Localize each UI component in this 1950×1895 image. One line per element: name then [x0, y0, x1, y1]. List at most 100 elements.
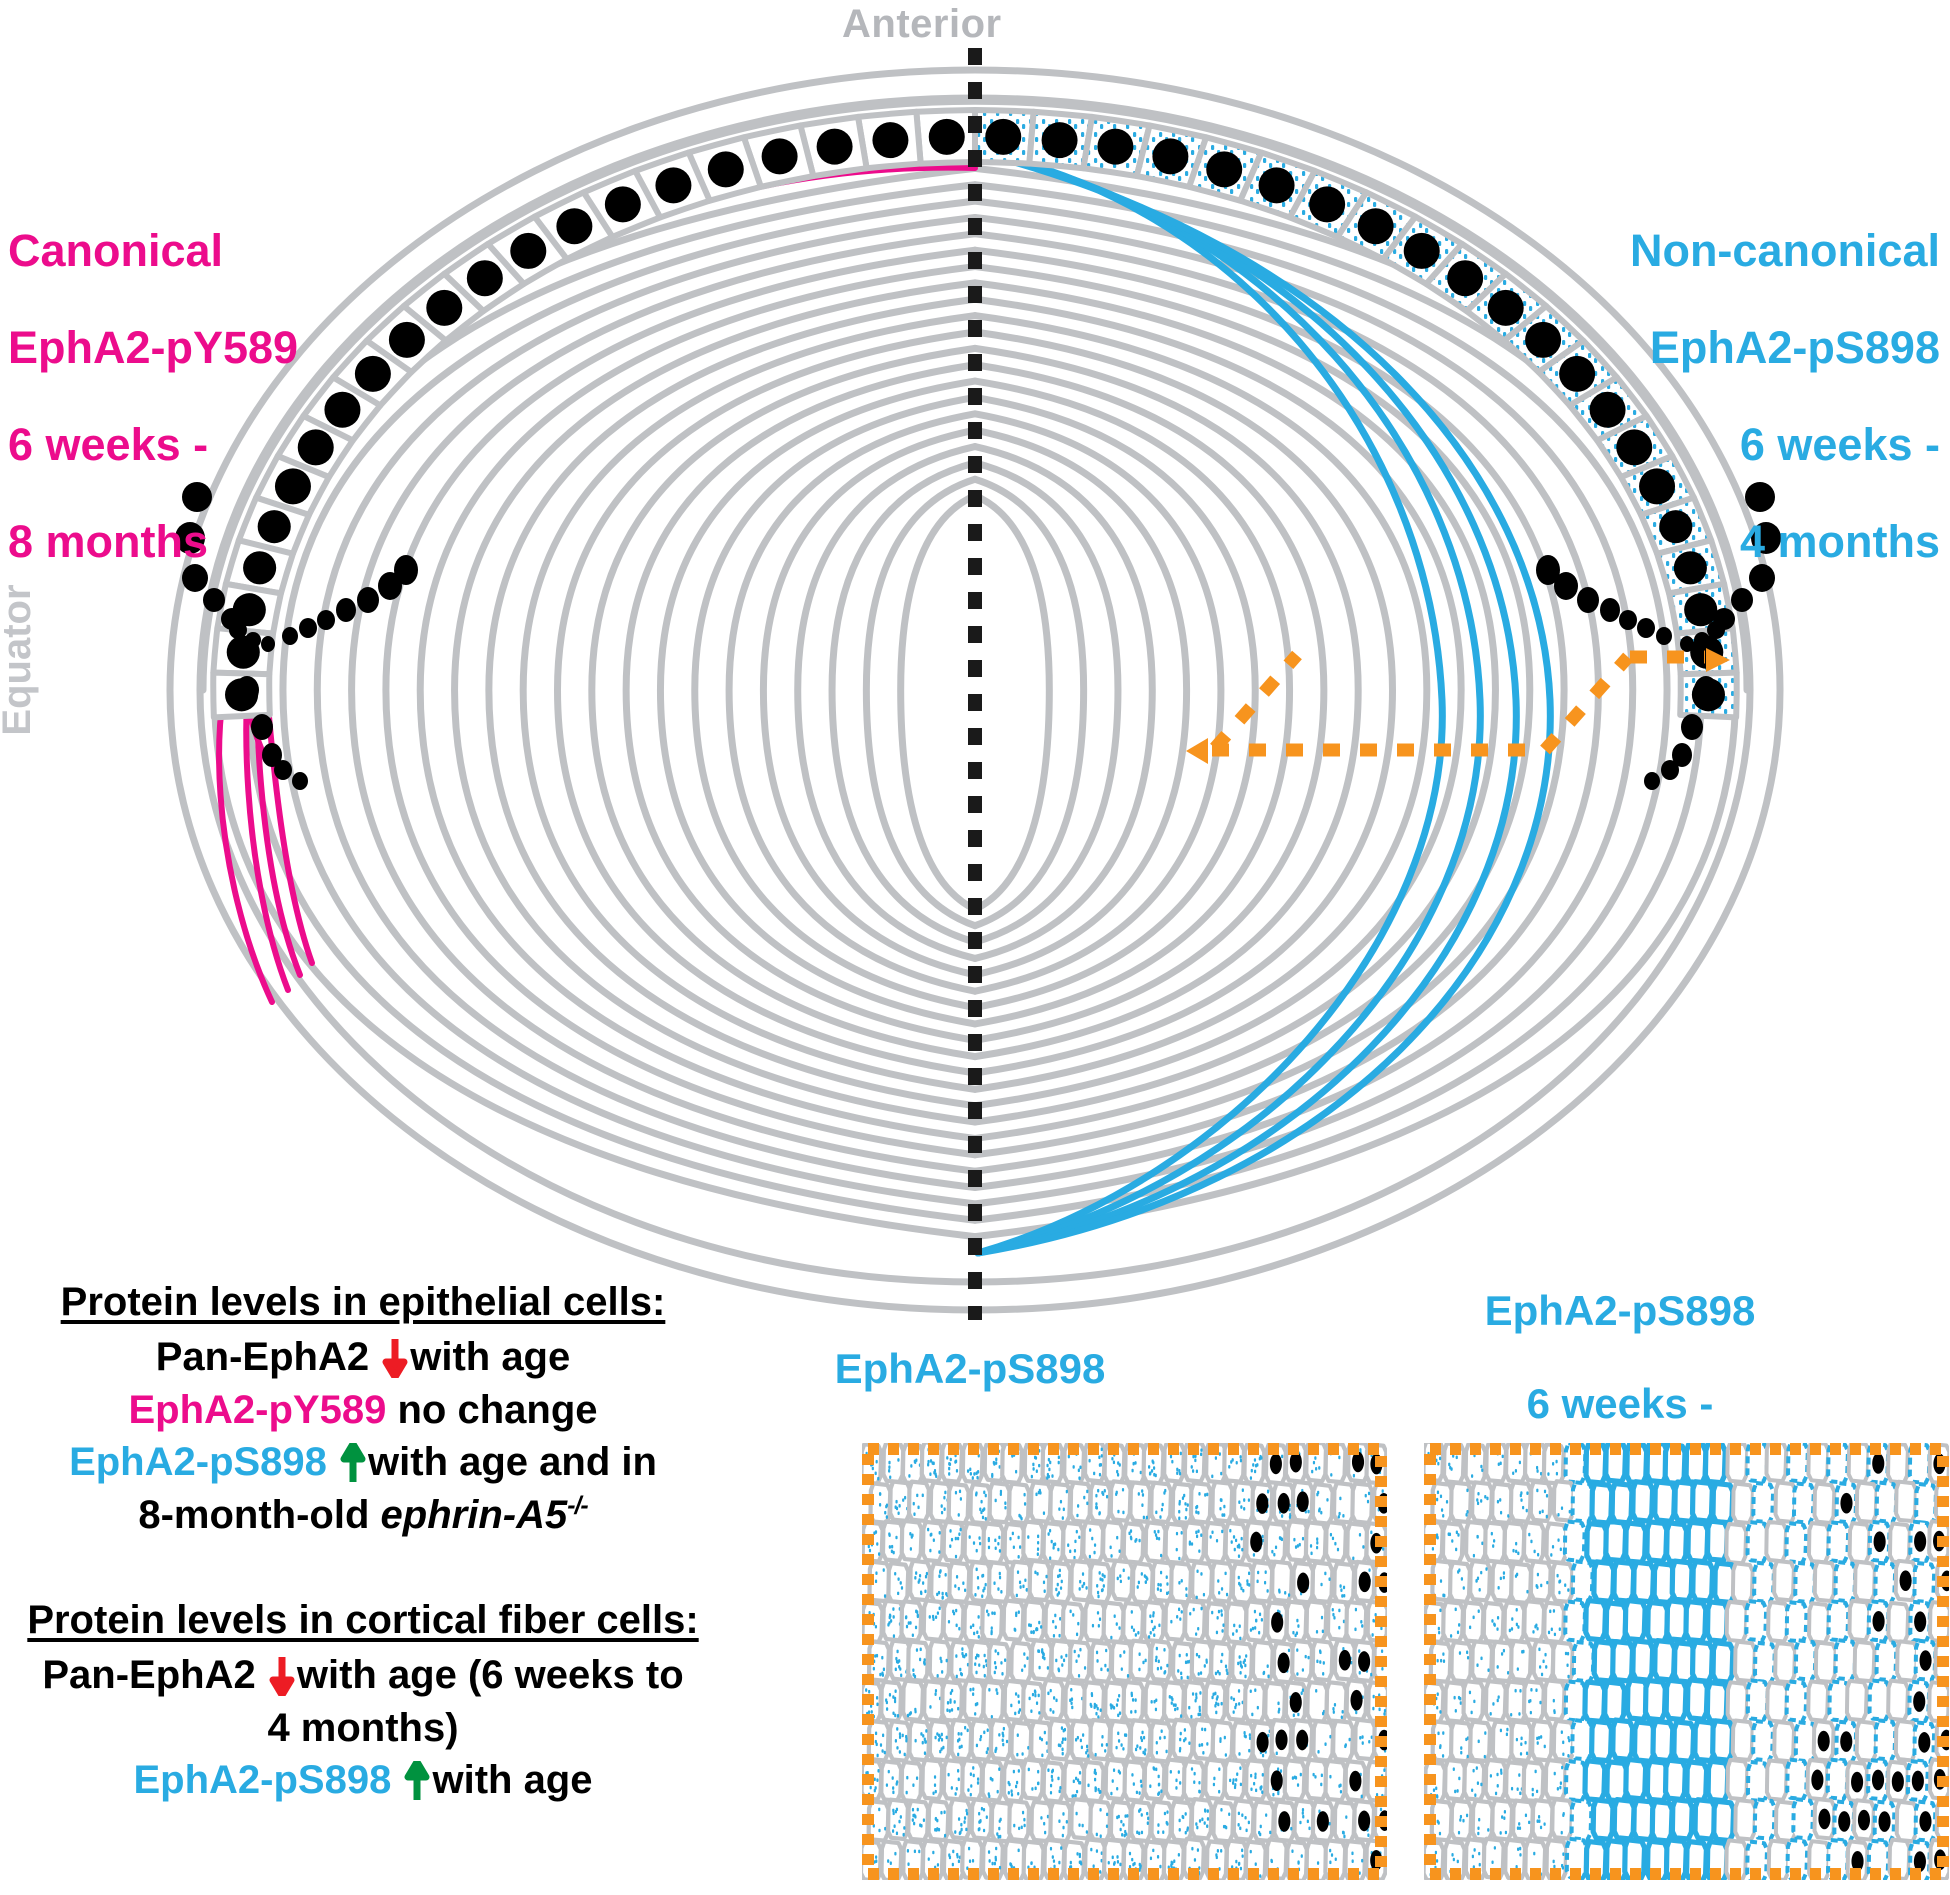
- ps898-stipple: [1200, 1452, 1203, 1457]
- ps898-stipple: [1058, 1507, 1061, 1511]
- ps898-stipple: [949, 1698, 952, 1703]
- ps898-stipple: [1256, 1705, 1259, 1710]
- ps898-stipple: [1038, 1463, 1041, 1468]
- ps898-stipple: [1258, 1630, 1261, 1635]
- legend-text: 4 months): [267, 1705, 459, 1750]
- ps898-stipple: [998, 1733, 1001, 1737]
- ps898-stipple: [947, 1772, 950, 1777]
- epithelial-cell-nucleus: [510, 232, 547, 269]
- fiber-cell: [1685, 1519, 1711, 1565]
- ps898-stipple: [1234, 1783, 1237, 1787]
- fiber-cell: [1108, 1718, 1133, 1763]
- legend-text: with age (6 weeks to: [296, 1652, 684, 1697]
- ps898-stipple: [927, 1459, 930, 1464]
- ps898-stipple: [1144, 1580, 1147, 1584]
- legend-gene-name: ephrin-A5: [380, 1493, 568, 1538]
- ps898-stipple: [1011, 1531, 1014, 1536]
- ps898-stipple: [1496, 1665, 1499, 1669]
- ps898-stipple: [1051, 1778, 1054, 1782]
- ps898-stipple: [1126, 1814, 1129, 1818]
- ps898-stipple: [943, 1833, 947, 1838]
- ps898-stipple: [1018, 1708, 1022, 1712]
- ps898-stipple: [986, 1747, 989, 1751]
- fiber-cell: [1745, 1678, 1770, 1722]
- ps898-stipple: [1067, 1454, 1070, 1459]
- ps898-stipple: [940, 1504, 943, 1508]
- ps898-stipple: [934, 1828, 937, 1832]
- ps898-stipple: [881, 1655, 884, 1660]
- epithelial-cell-nucleus: [655, 167, 692, 204]
- ps898-stipple: [1002, 1742, 1005, 1747]
- ps898-stipple: [1104, 1749, 1107, 1753]
- ps898-stipple: [1518, 1826, 1522, 1831]
- fiber-cell-nucleus: [1269, 1453, 1282, 1475]
- ps898-stipple: [1324, 1571, 1327, 1576]
- ps898-stipple: [1241, 1854, 1244, 1858]
- fiber-cell: [1128, 1638, 1153, 1683]
- ps898-stipple: [1152, 1611, 1155, 1615]
- ps898-stipple: [1190, 1465, 1193, 1469]
- legend-heading-epithelial: Protein levels in epithelial cells:: [60, 1280, 666, 1324]
- ps898-stipple: [1037, 1693, 1040, 1698]
- ps898-stipple: [1017, 1848, 1020, 1853]
- ps898-stipple: [909, 1547, 912, 1551]
- ps898-stipple: [1062, 1812, 1065, 1816]
- ps898-stipple: [1034, 1786, 1037, 1791]
- ps898-stipple: [1013, 1627, 1016, 1632]
- ps898-stipple: [1090, 1692, 1093, 1696]
- fiber-cell: [1502, 1520, 1527, 1565]
- ps898-stipple: [1075, 1632, 1079, 1637]
- ps898-stipple: [1047, 1532, 1050, 1536]
- ps898-stipple: [1153, 1472, 1156, 1477]
- ps898-stipple: [1529, 1698, 1532, 1703]
- ps898-stipple: [966, 1469, 970, 1473]
- ps898-stipple: [1078, 1771, 1082, 1775]
- ps898-stipple: [1028, 1696, 1031, 1701]
- ps898-stipple: [905, 1615, 908, 1619]
- ps898-stipple: [948, 1472, 951, 1476]
- ps898-stipple: [1296, 1544, 1299, 1548]
- ps898-stipple: [923, 1751, 927, 1756]
- ps898-stipple: [969, 1625, 973, 1630]
- ps898-stipple: [955, 1786, 958, 1791]
- ps898-stipple: [1237, 1689, 1241, 1693]
- ps898-stipple: [1091, 1623, 1095, 1628]
- ps898-stipple: [1315, 1466, 1318, 1471]
- fiber-cell: [899, 1599, 924, 1643]
- fiber-cell-nucleus: [1681, 714, 1703, 740]
- fiber-cell: [1847, 1598, 1872, 1643]
- fiber-cell: [1784, 1679, 1809, 1723]
- ps898-stipple: [998, 1767, 1001, 1772]
- ps898-stipple: [958, 1532, 961, 1537]
- ps898-stipple: [1099, 1807, 1102, 1812]
- ps898-stipple: [960, 1822, 963, 1827]
- ps898-stipple: [1536, 1488, 1539, 1493]
- down-arrow-red-icon: [269, 1656, 295, 1696]
- fiber-cell: [880, 1519, 905, 1563]
- ps898-stipple: [978, 1536, 981, 1540]
- ps898-stipple: [896, 1727, 899, 1731]
- fiber-cell: [1744, 1599, 1769, 1643]
- ps898-stipple: [1180, 1714, 1183, 1718]
- ps898-stipple: [1480, 1656, 1483, 1661]
- ps898-stipple: [1046, 1472, 1049, 1477]
- ps898-stipple: [1185, 1587, 1188, 1591]
- ps898-stipple: [1352, 1473, 1356, 1478]
- ps898-stipple: [1270, 1859, 1273, 1864]
- ps898-stipple: [1095, 1849, 1099, 1853]
- ps898-stipple: [1291, 1849, 1294, 1853]
- ps898-stipple: [1243, 1498, 1246, 1502]
- ps898-stipple: [1221, 1652, 1224, 1657]
- ps898-stipple: [1215, 1538, 1219, 1543]
- ps898-stipple: [998, 1571, 1001, 1576]
- ps898-stipple: [1216, 1848, 1219, 1853]
- ps898-stipple: [944, 1490, 947, 1495]
- fiber-cell: [962, 1678, 987, 1722]
- legend-row-pan-epha2-epi: Pan-EphA2 with age: [18, 1333, 708, 1382]
- ps898-stipple: [993, 1661, 997, 1665]
- ps898-stipple: [1546, 1580, 1549, 1585]
- ps898-stipple: [1431, 1546, 1435, 1551]
- ps898-stipple: [1504, 1830, 1508, 1835]
- ps898-stipple: [1542, 1659, 1545, 1664]
- fiber-cell: [1169, 1560, 1194, 1605]
